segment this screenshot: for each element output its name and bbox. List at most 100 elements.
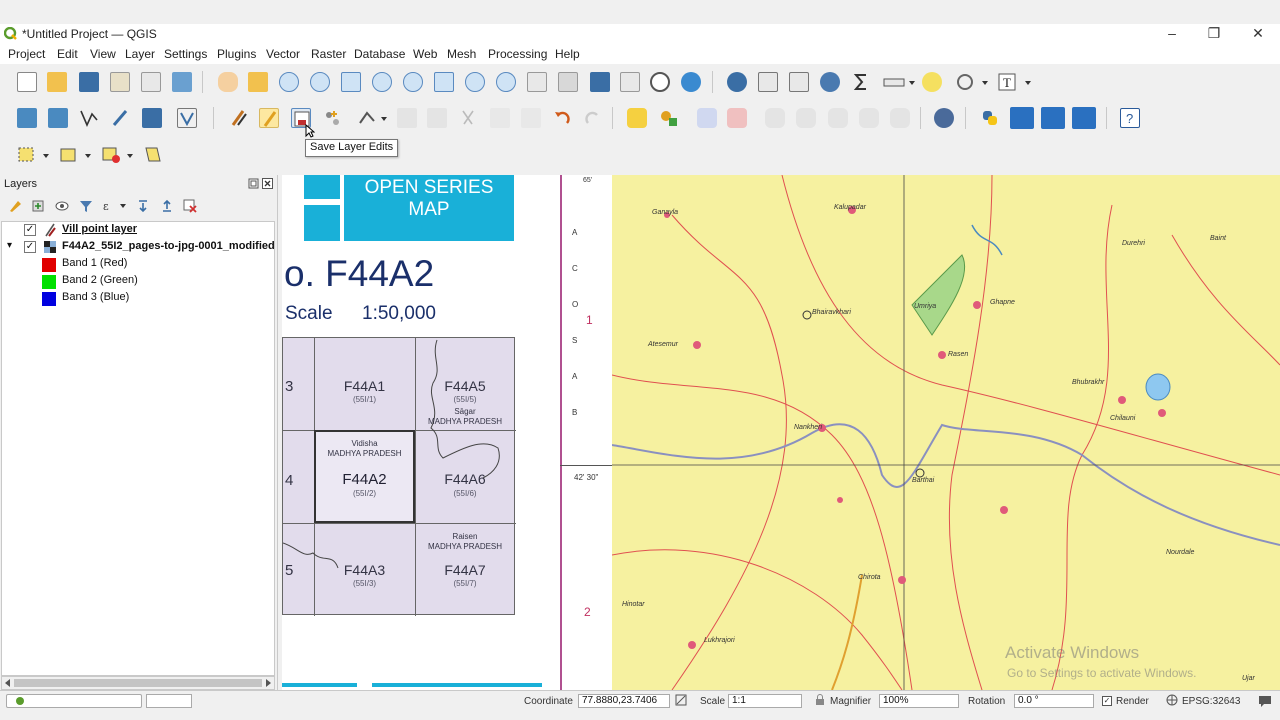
zoom-selection-icon[interactable] [372, 72, 392, 92]
menu-help[interactable]: Help [555, 47, 580, 61]
field-calculator-icon[interactable] [789, 72, 809, 92]
map-tips-icon[interactable] [922, 72, 942, 92]
pan-hand-icon[interactable] [218, 72, 238, 92]
scroll-left-icon[interactable] [4, 679, 12, 687]
restore-button[interactable]: ❐ [1194, 24, 1234, 44]
identify-features-icon[interactable] [727, 72, 747, 92]
move-label-icon[interactable] [828, 108, 848, 128]
menu-layer[interactable]: Layer [125, 47, 155, 61]
open-layer-styling-icon[interactable] [8, 199, 22, 213]
new-project-icon[interactable] [17, 72, 37, 92]
current-edits-icon[interactable] [229, 108, 249, 128]
menu-database[interactable]: Database [354, 47, 405, 61]
change-label-icon[interactable] [890, 108, 910, 128]
close-panel-icon[interactable] [262, 178, 273, 189]
zoom-out-icon[interactable] [310, 72, 330, 92]
statistical-summary-icon[interactable] [851, 72, 871, 92]
pin-labels-icon[interactable] [765, 108, 785, 128]
zoom-in-icon[interactable] [279, 72, 299, 92]
filter-legend-icon[interactable] [79, 199, 93, 213]
scroll-thumb[interactable] [14, 679, 262, 687]
collapse-all-icon[interactable] [160, 199, 174, 213]
text-annotation-icon[interactable]: T [997, 72, 1033, 92]
menu-processing[interactable]: Processing [488, 47, 547, 61]
toggle-editing-icon[interactable] [259, 108, 279, 128]
layer-row-raster[interactable]: ▾ ✓ F44A2_55I2_pages-to-jpg-0001_modifie… [2, 239, 274, 256]
quickmapservices-icon[interactable] [934, 108, 954, 128]
add-delimited-text-icon[interactable] [142, 108, 162, 128]
kml-export-icon[interactable] [1010, 107, 1034, 129]
new-print-layout-icon[interactable] [110, 72, 130, 92]
rotate-label-icon[interactable] [859, 108, 879, 128]
menu-settings[interactable]: Settings [164, 47, 207, 61]
layer-visibility-checkbox[interactable]: ✓ [24, 224, 36, 236]
html-export-icon[interactable] [1072, 107, 1096, 129]
zoom-native-icon[interactable] [434, 72, 454, 92]
menu-raster[interactable]: Raster [311, 47, 346, 61]
temporal-controller-icon[interactable] [650, 72, 670, 92]
layer-diagram-icon[interactable] [659, 108, 679, 128]
locator-search-field[interactable] [6, 694, 142, 708]
zoom-last-icon[interactable] [465, 72, 485, 92]
pan-to-selection-icon[interactable] [248, 72, 268, 92]
layer-visibility-checkbox[interactable]: ✓ [24, 241, 36, 253]
remove-layer-icon[interactable] [183, 199, 197, 213]
zoom-layer-icon[interactable] [403, 72, 423, 92]
delete-selected-icon[interactable] [427, 108, 447, 128]
modify-attributes-icon[interactable] [397, 108, 417, 128]
crs-label[interactable]: EPSG:32643 [1182, 696, 1240, 707]
menu-web[interactable]: Web [413, 47, 437, 61]
vertex-tool-icon[interactable] [357, 108, 389, 128]
globe-icon[interactable] [1166, 694, 1178, 706]
select-by-expression-icon[interactable] [143, 145, 163, 165]
layer-row-vill-point[interactable]: ✓ Vill point layer [2, 222, 274, 239]
refresh-icon[interactable] [681, 72, 701, 92]
toggle-extents-icon[interactable] [675, 694, 687, 706]
paste-features-icon[interactable] [521, 108, 541, 128]
menu-mesh[interactable]: Mesh [447, 47, 476, 61]
menu-view[interactable]: View [90, 47, 116, 61]
filter-by-expression-icon[interactable]: ε [102, 199, 128, 213]
deselect-features-icon[interactable] [100, 145, 136, 165]
close-button[interactable]: ✕ [1238, 24, 1278, 44]
magnifier-spinbox[interactable]: 100% [879, 694, 959, 708]
style-manager-icon[interactable] [172, 72, 192, 92]
menu-vector[interactable]: Vector [266, 47, 300, 61]
copy-features-icon[interactable] [490, 108, 510, 128]
lock-scale-icon[interactable] [814, 694, 826, 706]
kmz-export-icon[interactable] [1041, 107, 1065, 129]
manage-map-themes-icon[interactable] [55, 199, 69, 213]
coordinate-field[interactable]: 77.8880,23.7406 [578, 694, 670, 708]
select-by-value-icon[interactable] [58, 145, 94, 165]
python-console-icon[interactable] [980, 108, 1000, 128]
scroll-right-icon[interactable] [264, 679, 272, 687]
layer-labeling-icon[interactable] [627, 108, 647, 128]
expand-all-icon[interactable] [136, 199, 150, 213]
redo-icon[interactable] [583, 108, 603, 128]
select-features-icon[interactable] [17, 145, 51, 165]
help-icon[interactable]: ? [1120, 108, 1140, 128]
zoom-next-icon[interactable] [496, 72, 516, 92]
new-geopackage-layer-icon[interactable] [48, 108, 68, 128]
menu-edit[interactable]: Edit [57, 47, 78, 61]
new-3d-map-view-icon[interactable] [558, 72, 578, 92]
layer-tree-hscrollbar[interactable] [1, 676, 275, 690]
data-source-manager-icon[interactable] [17, 108, 37, 128]
toggle-display-labels-icon[interactable] [727, 108, 747, 128]
save-project-icon[interactable] [79, 72, 99, 92]
show-hide-labels-icon[interactable] [796, 108, 816, 128]
processing-toolbox-icon[interactable] [820, 72, 840, 92]
render-checkbox[interactable]: ✓ [1102, 696, 1112, 706]
add-group-icon[interactable] [31, 199, 45, 213]
add-raster-layer-icon[interactable] [110, 108, 130, 128]
float-panel-icon[interactable] [248, 178, 259, 189]
expand-arrow-icon[interactable]: ▾ [7, 240, 12, 251]
add-point-feature-icon[interactable] [322, 108, 342, 128]
message-field[interactable] [146, 694, 192, 708]
rotation-spinbox[interactable]: 0.0 ° [1014, 694, 1094, 708]
highlight-pinned-labels-icon[interactable] [697, 108, 717, 128]
layout-manager-icon[interactable] [141, 72, 161, 92]
open-project-icon[interactable] [47, 72, 67, 92]
scale-combobox[interactable]: 1:1 [728, 694, 802, 708]
minimize-button[interactable]: – [1152, 24, 1192, 44]
